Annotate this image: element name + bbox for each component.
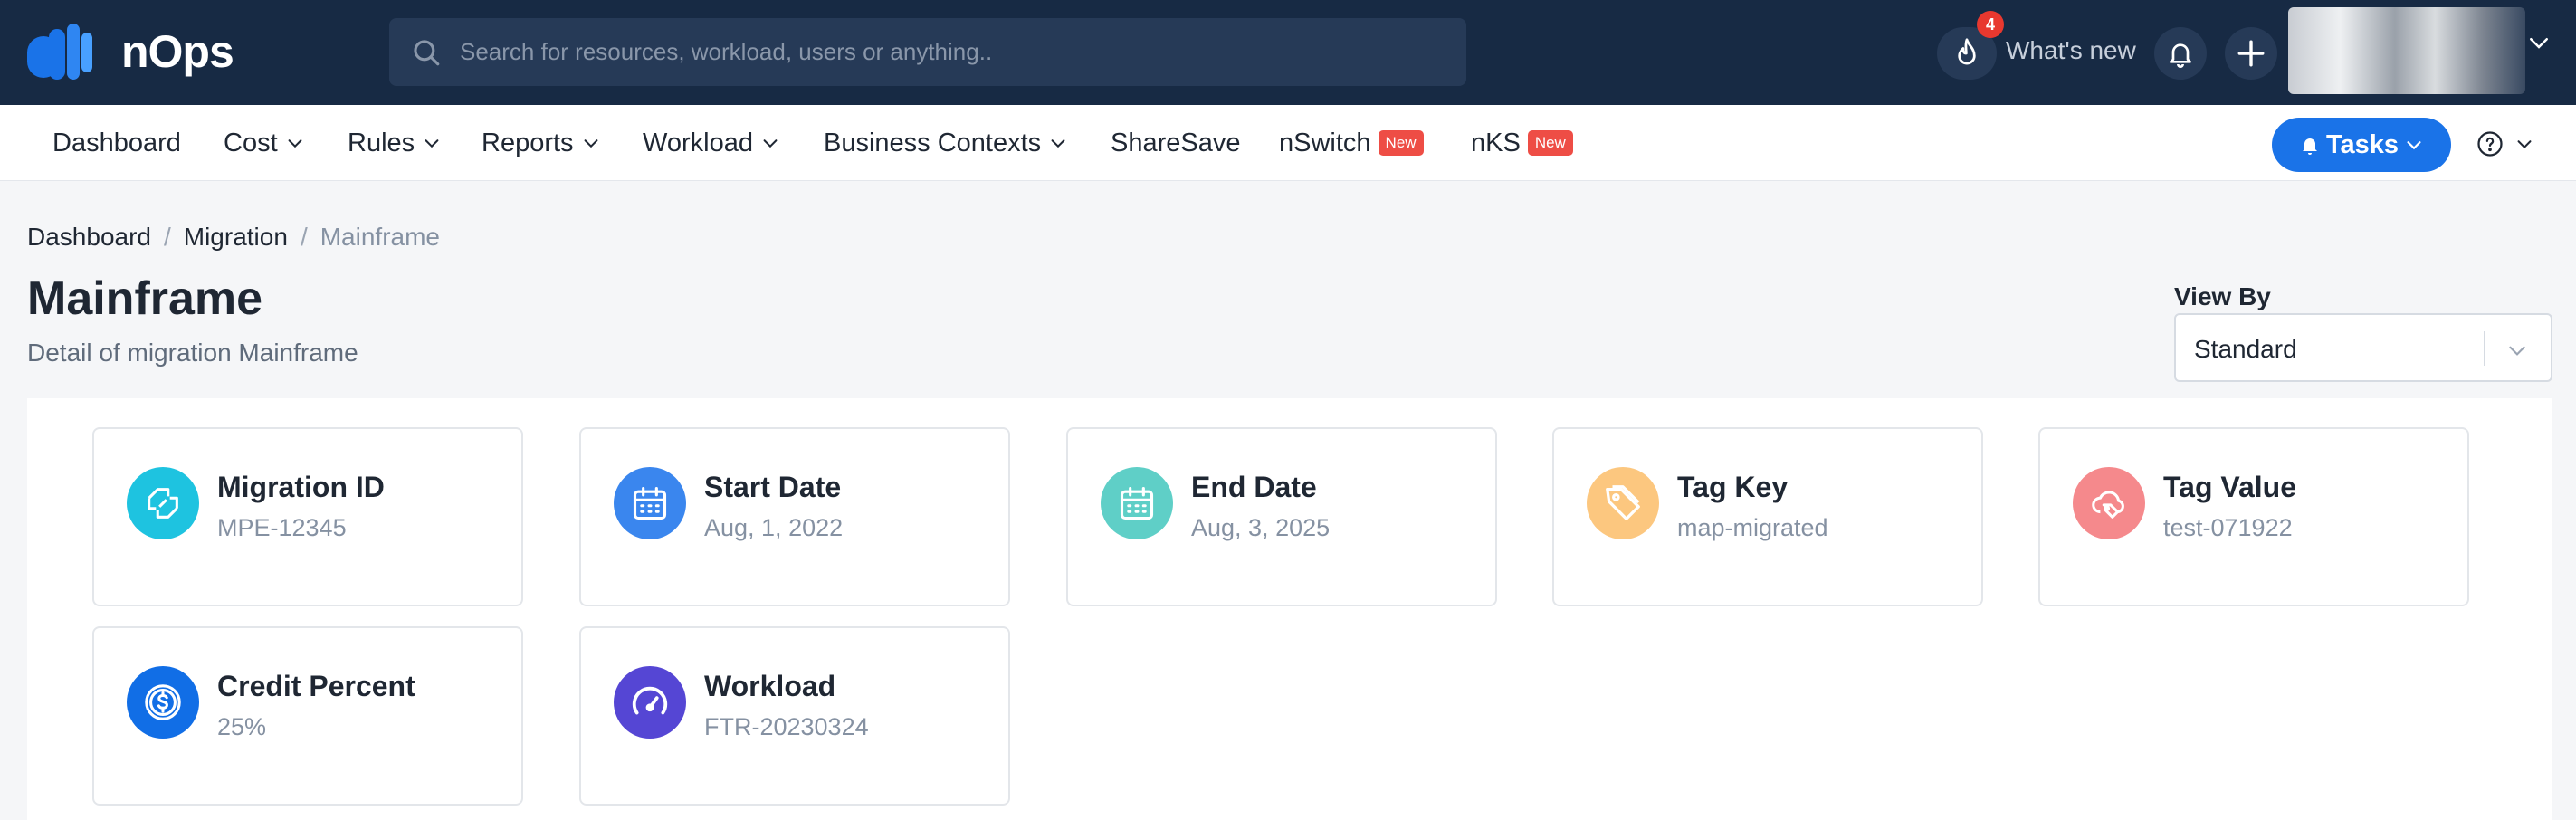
nav-item-nswitch[interactable]: nSwitch New <box>1279 127 1424 159</box>
view-by-label: View By <box>2174 282 2271 310</box>
search-icon <box>414 39 440 65</box>
nav-item-cost[interactable]: Cost <box>224 127 305 159</box>
nav-item-label: Cost <box>224 128 278 157</box>
card-value: 25% <box>217 713 267 740</box>
user-menu-avatar[interactable] <box>2288 7 2525 94</box>
card-title: Start Date <box>704 471 842 503</box>
nav-item-nks[interactable]: nKS New <box>1471 127 1573 159</box>
nav-item-reports[interactable]: Reports <box>482 127 601 159</box>
chevron-down-icon <box>425 139 439 148</box>
nav-item-label: nKS <box>1471 128 1521 157</box>
nav-item-label: nSwitch <box>1279 128 1371 157</box>
top-bar: nOps 4 What's new <box>0 0 2576 105</box>
whats-new-label[interactable]: What's new <box>2006 36 2136 65</box>
breadcrumb-migration[interactable]: Migration <box>184 223 288 252</box>
new-badge: New <box>1378 130 1424 156</box>
nav-item-label: Business Contexts <box>824 128 1042 157</box>
card-title: Workload <box>704 670 836 702</box>
card-title: Tag Value <box>2163 471 2297 503</box>
card-value: MPE-12345 <box>217 514 347 541</box>
view-by-select[interactable]: Standard <box>2174 313 2552 382</box>
card-workload: Workload FTR-20230324 <box>579 626 1010 806</box>
chevron-down-icon <box>763 139 778 148</box>
card-title: Tag Key <box>1677 471 1789 503</box>
gauge-icon <box>614 666 686 739</box>
card-credit-percent: Credit Percent 25% <box>92 626 523 806</box>
calendar-icon <box>1101 467 1173 539</box>
chevron-down-icon <box>584 139 597 148</box>
chevron-down-icon <box>1051 139 1065 148</box>
breadcrumb-separator: / <box>163 223 171 251</box>
card-end-date: End Date Aug, 3, 2025 <box>1066 427 1497 606</box>
add-button[interactable] <box>2225 27 2277 80</box>
breadcrumb-separator: / <box>300 223 308 251</box>
help-icon <box>2477 131 2503 157</box>
nav-item-label: Workload <box>643 128 753 157</box>
chevron-down-icon <box>2517 140 2532 149</box>
chevron-down-icon <box>2509 346 2525 356</box>
chevron-down-icon[interactable] <box>2525 29 2552 56</box>
migration-details-panel: Migration ID MPE-12345 Start Date Aug, 1… <box>27 398 2552 820</box>
view-by-value: Standard <box>2194 335 2297 363</box>
chevron-down-icon <box>2407 141 2421 150</box>
card-title: End Date <box>1191 471 1317 503</box>
nav-item-dashboard[interactable]: Dashboard <box>52 127 181 159</box>
card-title: Migration ID <box>217 471 385 503</box>
card-value: Aug, 3, 2025 <box>1191 514 1331 541</box>
new-badge: New <box>1527 130 1573 156</box>
plus-icon <box>2237 40 2265 67</box>
tasks-label: Tasks <box>2325 129 2399 159</box>
select-divider <box>2484 331 2485 366</box>
dollar-coin-icon <box>127 666 199 739</box>
main-nav: Dashboard Cost Rules Reports Workload Bu… <box>0 105 2576 181</box>
nav-item-label: Reports <box>482 128 574 157</box>
card-value: FTR-20230324 <box>704 713 869 740</box>
nops-logo[interactable]: nOps <box>27 24 234 80</box>
card-value: map-migrated <box>1677 514 1828 541</box>
nav-item-label: Dashboard <box>52 128 181 157</box>
chevron-down-icon <box>288 139 302 148</box>
notifications-button[interactable] <box>2154 27 2207 80</box>
nav-item-rules[interactable]: Rules <box>348 127 442 159</box>
card-start-date: Start Date Aug, 1, 2022 <box>579 427 1010 606</box>
migration-icon <box>127 467 199 539</box>
tag-icon <box>1587 467 1659 539</box>
page-subtitle: Detail of migration Mainframe <box>27 338 358 367</box>
nav-item-label: Rules <box>348 128 415 157</box>
calendar-icon <box>614 467 686 539</box>
bell-icon <box>2302 138 2317 155</box>
breadcrumb-current: Mainframe <box>320 223 440 251</box>
logo-text: nOps <box>121 26 234 77</box>
global-search[interactable] <box>389 18 1466 86</box>
notification-count-badge: 4 <box>1977 11 2004 38</box>
card-tag-value: Tag Value test-071922 <box>2038 427 2469 606</box>
nav-item-business-contexts[interactable]: Business Contexts <box>824 127 1068 159</box>
card-tag-key: Tag Key map-migrated <box>1552 427 1983 606</box>
card-value: Aug, 1, 2022 <box>704 514 844 541</box>
search-input[interactable] <box>442 18 1466 86</box>
help-menu[interactable] <box>2476 130 2534 157</box>
tasks-button[interactable]: Tasks <box>2272 118 2451 172</box>
flame-icon <box>1958 38 1976 65</box>
card-value: test-071922 <box>2163 514 2293 541</box>
bell-icon <box>2170 43 2191 68</box>
nav-item-sharesave[interactable]: ShareSave <box>1111 127 1241 159</box>
breadcrumb-dashboard[interactable]: Dashboard <box>27 223 151 252</box>
card-migration-id: Migration ID MPE-12345 <box>92 427 523 606</box>
card-title: Credit Percent <box>217 670 415 702</box>
page-title: Mainframe <box>27 272 263 325</box>
breadcrumb: Dashboard / Migration / Mainframe <box>27 223 440 252</box>
nav-item-label: ShareSave <box>1111 128 1241 157</box>
cloud-tag-icon <box>2073 467 2145 539</box>
nav-item-workload[interactable]: Workload <box>643 127 780 159</box>
logo-mark-icon <box>27 24 118 80</box>
